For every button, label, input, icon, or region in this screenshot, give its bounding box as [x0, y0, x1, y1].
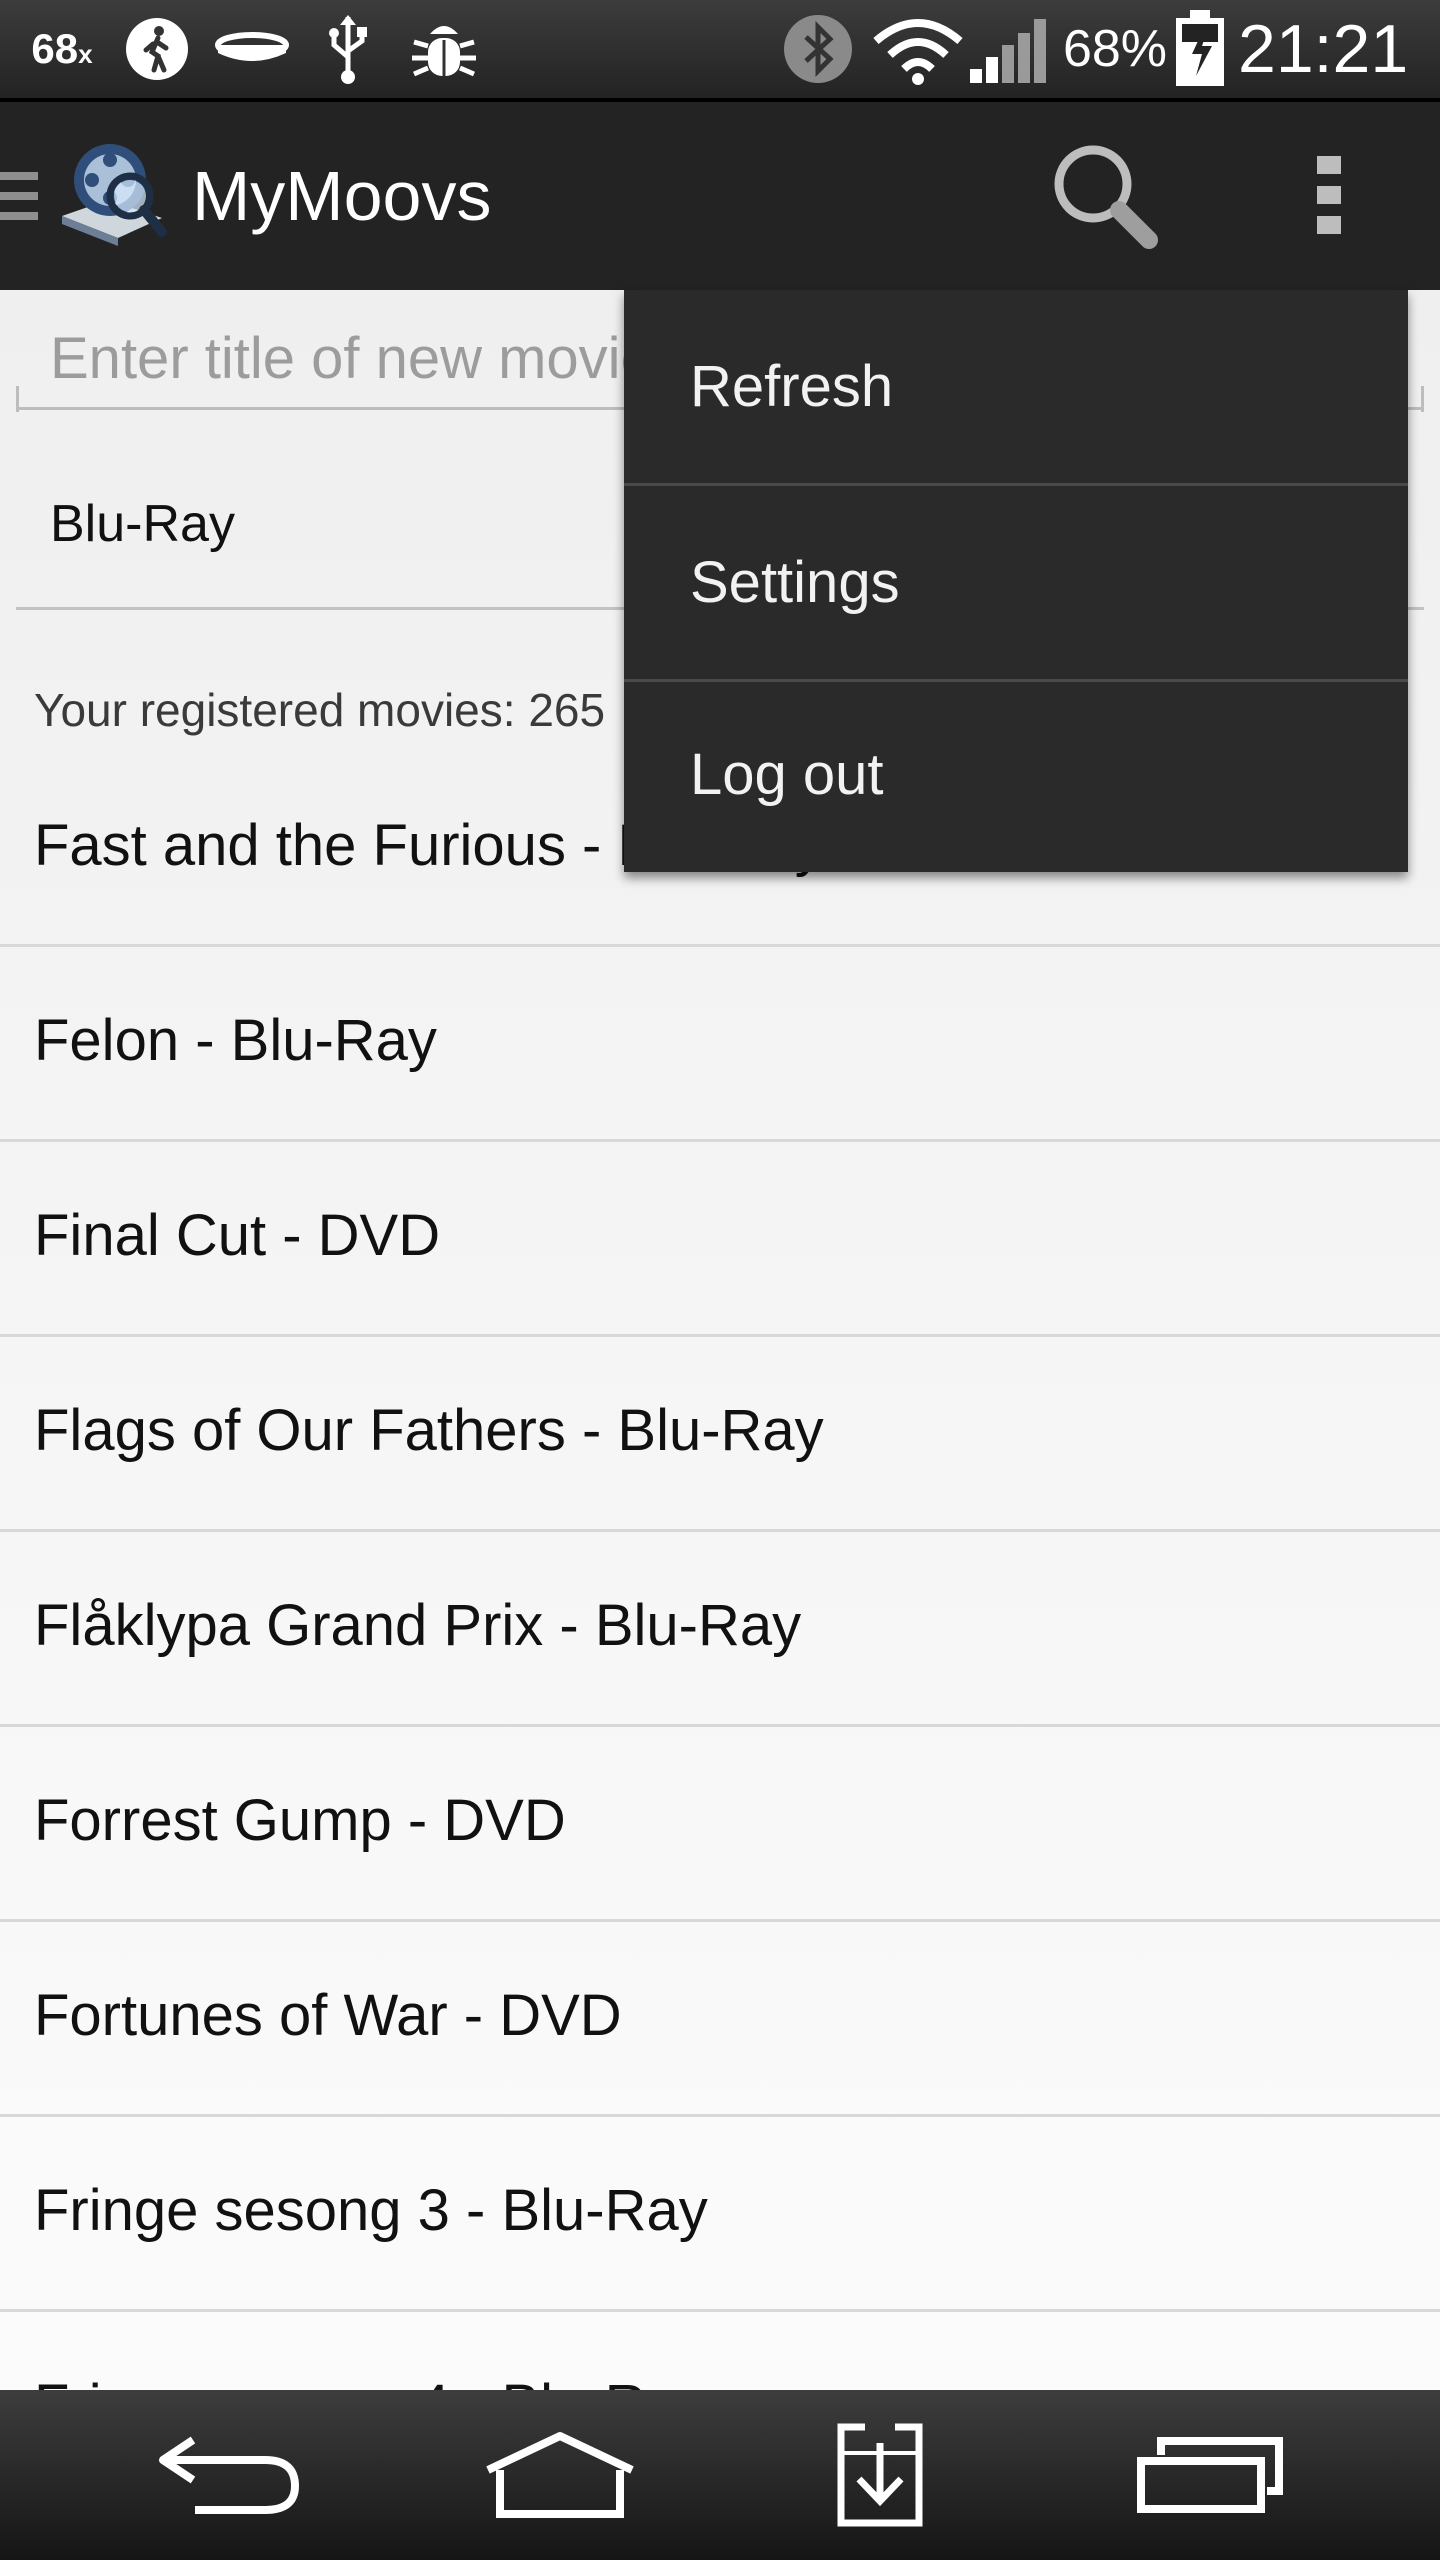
list-item[interactable]: Final Cut - DVD: [0, 1142, 1440, 1337]
input-underline-left: [16, 386, 19, 412]
list-item-label: Fringe sesong 3 - Blu-Ray: [34, 2178, 708, 2243]
app-logo-icon: [62, 144, 167, 246]
download-button[interactable]: [780, 2390, 980, 2560]
notification-count: 68: [31, 25, 79, 72]
notification-count-icon: 68 x: [31, 25, 93, 72]
format-spinner-value: Blu-Ray: [50, 495, 235, 553]
menu-item-label: Log out: [690, 742, 884, 807]
list-item[interactable]: Felon - Blu-Ray: [0, 947, 1440, 1142]
home-icon: [486, 2432, 634, 2518]
list-item[interactable]: Fringe sesong 4 - Blu-Ray: [0, 2312, 1440, 2390]
overflow-menu-button[interactable]: [1290, 102, 1370, 290]
menu-item-label: Settings: [690, 550, 900, 615]
band-icon: [212, 0, 292, 98]
search-icon: [1054, 145, 1158, 249]
back-button[interactable]: [130, 2390, 330, 2560]
home-up-button[interactable]: [0, 102, 180, 290]
recent-apps-button[interactable]: [1110, 2390, 1310, 2560]
search-button[interactable]: [1030, 102, 1180, 290]
navigation-bar: [0, 2390, 1440, 2560]
drawer-menu-icon: [0, 172, 38, 220]
signal-icon: [966, 0, 1052, 98]
debug-icon: [404, 0, 484, 98]
clock-text: 21:21: [1238, 11, 1409, 87]
recent-apps-icon: [1137, 2437, 1283, 2513]
walking-icon: [122, 0, 192, 98]
list-item-label: Final Cut - DVD: [34, 1203, 441, 1268]
overflow-menu: Refresh Settings Log out: [624, 290, 1408, 872]
action-bar: MyMoovs: [0, 102, 1440, 290]
battery-percent: 68%: [1060, 0, 1170, 98]
list-item-label: Flåklypa Grand Prix - Blu-Ray: [34, 1593, 802, 1658]
status-bar: 68 x 68% 21:21: [0, 0, 1440, 102]
home-button[interactable]: [460, 2390, 660, 2560]
download-icon: [837, 2423, 923, 2527]
app-title: MyMoovs: [192, 157, 492, 235]
battery-charging-icon: [1170, 0, 1230, 98]
list-item-label: Flags of Our Fathers - Blu-Ray: [34, 1398, 824, 1463]
overflow-menu-icon: [1317, 156, 1341, 234]
menu-item-refresh[interactable]: Refresh: [624, 290, 1408, 484]
list-item[interactable]: Forrest Gump - DVD: [0, 1727, 1440, 1922]
list-item-label: Fortunes of War - DVD: [34, 1983, 622, 2048]
clock: 21:21: [1238, 0, 1428, 98]
list-item[interactable]: Flåklypa Grand Prix - Blu-Ray: [0, 1532, 1440, 1727]
registered-movies-count: Your registered movies: 265: [34, 684, 606, 736]
back-icon: [159, 2436, 300, 2514]
list-item-label: Forrest Gump - DVD: [34, 1788, 566, 1853]
battery-percent-text: 68%: [1062, 20, 1168, 78]
usb-icon: [318, 0, 378, 98]
menu-item-log-out[interactable]: Log out: [624, 678, 1408, 872]
input-underline-right: [1421, 386, 1424, 412]
menu-item-label: Refresh: [690, 354, 894, 419]
bluetooth-icon: [780, 0, 856, 98]
list-item[interactable]: Flags of Our Fathers - Blu-Ray: [0, 1337, 1440, 1532]
list-item-label: Felon - Blu-Ray: [34, 1008, 437, 1073]
menu-item-settings[interactable]: Settings: [624, 486, 1408, 680]
list-item[interactable]: Fortunes of War - DVD: [0, 1922, 1440, 2117]
list-item-label: Fringe sesong 4 - Blu-Ray: [34, 2312, 708, 2390]
list-item[interactable]: Fringe sesong 3 - Blu-Ray: [0, 2117, 1440, 2312]
wifi-icon: [868, 0, 968, 98]
